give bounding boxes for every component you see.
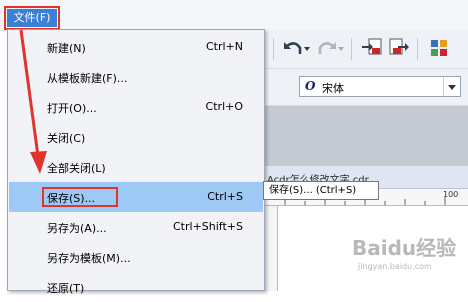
menu-item-label: 全部关闭(L) — [47, 162, 106, 175]
application-launcher-icon[interactable] — [427, 36, 451, 60]
export-icon[interactable] — [387, 36, 411, 60]
redo-dropdown-icon[interactable] — [337, 36, 345, 60]
menu-item-new-from-template[interactable]: 从模板新建(F)... — [9, 62, 263, 92]
menu-item-label: 新建(N) — [47, 42, 86, 55]
undo-icon[interactable] — [281, 36, 305, 60]
menu-item-save[interactable]: 保存(S)... Ctrl+S — [9, 182, 263, 212]
menu-item-label: 还原(T) — [47, 282, 85, 295]
watermark-url: jingyan.baidu.com — [358, 262, 432, 271]
ruler-label: 100 — [443, 190, 459, 199]
toolbar-separator — [273, 38, 274, 60]
save-tooltip: 保存(S)... (Ctrl+S) — [263, 181, 379, 200]
redo-icon[interactable] — [315, 36, 339, 60]
import-icon[interactable] — [360, 36, 384, 60]
menu-item-save-as[interactable]: 另存为(A)... Ctrl+Shift+S — [9, 212, 263, 242]
font-family-value: 宋体 — [322, 82, 344, 95]
menu-item-label: 关闭(C) — [47, 132, 86, 145]
menu-file[interactable]: 文件(F) — [4, 6, 60, 30]
file-menu-dropdown: 新建(N) Ctrl+N 从模板新建(F)... 打开(O)... Ctrl+O… — [7, 29, 265, 295]
menu-item-label: 另存为(A)... — [47, 222, 107, 235]
font-type-icon: O — [305, 79, 316, 93]
property-toolbar: O 宋体 — [265, 69, 468, 106]
watermark-logo: Baidu经验 — [352, 236, 457, 260]
menu-item-shortcut: Ctrl+N — [205, 40, 243, 53]
undo-dropdown-icon[interactable] — [303, 36, 311, 60]
menu-item-label: 从模板新建(F)... — [47, 72, 128, 85]
chevron-down-icon[interactable] — [443, 77, 460, 96]
menu-item-close[interactable]: 关闭(C) — [9, 122, 263, 152]
menu-bar: 文件(F) — [0, 0, 468, 31]
menu-item-label: 打开(O)... — [47, 102, 97, 115]
vertical-ruler — [265, 206, 278, 291]
standard-toolbar — [265, 30, 468, 69]
menu-item-label: 保存(S)... — [47, 192, 96, 205]
menu-item-close-all[interactable]: 全部关闭(L) — [9, 152, 263, 182]
menu-item-shortcut: Ctrl+S — [207, 190, 243, 203]
baidu-watermark: Baidu经验 jingyan.baidu.com — [352, 232, 462, 286]
menu-item-new[interactable]: 新建(N) Ctrl+N — [9, 32, 263, 62]
menu-item-shortcut: Ctrl+Shift+S — [173, 220, 243, 233]
toolbar-separator — [351, 38, 352, 60]
toolbar-separator — [417, 38, 418, 60]
menu-item-shortcut: Ctrl+O — [205, 100, 243, 113]
menu-item-label: 另存为模板(M)... — [47, 252, 131, 265]
workspace-background — [265, 106, 468, 166]
menu-item-save-as-template[interactable]: 另存为模板(M)... — [9, 242, 263, 272]
menu-item-open[interactable]: 打开(O)... Ctrl+O — [9, 92, 263, 122]
font-family-select[interactable]: O 宋体 — [299, 76, 461, 97]
menu-item-revert[interactable]: 还原(T) — [9, 272, 263, 302]
